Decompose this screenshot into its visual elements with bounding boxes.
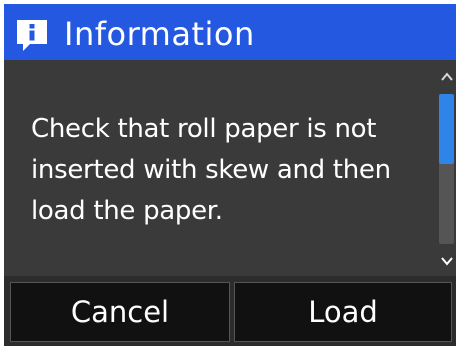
scrollbar[interactable] bbox=[436, 64, 456, 276]
scroll-track[interactable] bbox=[439, 94, 454, 244]
info-icon bbox=[14, 17, 50, 53]
message-text: Check that roll paper is not inserted wi… bbox=[31, 114, 391, 226]
information-dialog: Information Check that roll paper is not… bbox=[4, 4, 456, 346]
cancel-button[interactable]: Cancel bbox=[10, 282, 230, 342]
title-bar: Information bbox=[4, 4, 456, 60]
dialog-title: Information bbox=[64, 15, 255, 53]
scroll-down-button[interactable] bbox=[437, 250, 456, 272]
message-area: Check that roll paper is not inserted wi… bbox=[4, 60, 436, 276]
scroll-thumb[interactable] bbox=[439, 94, 454, 164]
button-bar: Cancel Load bbox=[4, 276, 456, 346]
scroll-up-button[interactable] bbox=[437, 66, 456, 88]
load-button[interactable]: Load bbox=[234, 282, 452, 342]
